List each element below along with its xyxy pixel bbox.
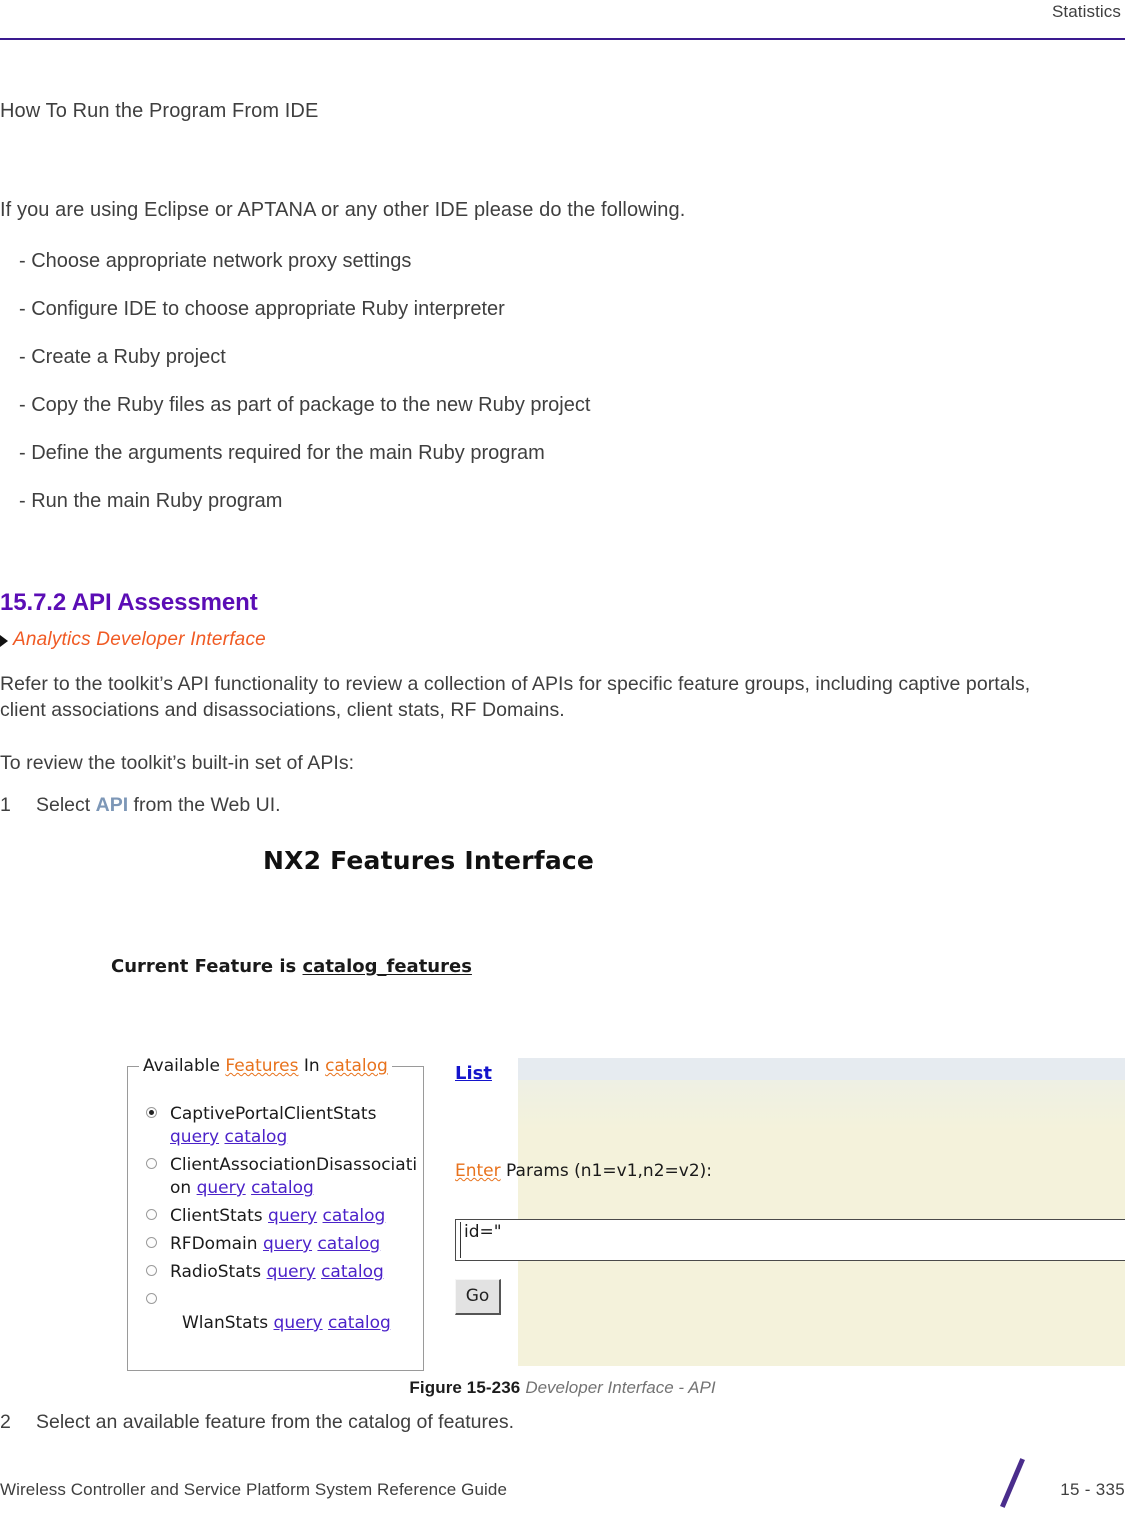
legend-text-available: Available <box>143 1056 226 1076</box>
feature-option-row[interactable]: ClientAssociationDisassociation query ca… <box>128 1154 425 1200</box>
catalog-link[interactable]: catalog <box>321 1262 384 1282</box>
query-link[interactable]: query <box>197 1178 246 1198</box>
controls-panel-top-band <box>518 1058 1125 1080</box>
feature-option-row[interactable]: WlanStats query catalog <box>128 1289 425 1335</box>
catalog-link[interactable]: catalog <box>224 1127 287 1147</box>
figure-caption-number: Figure 15-236 <box>409 1378 521 1397</box>
available-features-legend: Available Features In catalog <box>139 1056 392 1076</box>
list-item: - Choose appropriate network proxy setti… <box>19 250 412 272</box>
slash-decoration-icon <box>1000 1458 1025 1508</box>
list-item: - Create a Ruby project <box>19 346 226 368</box>
radio-button-icon[interactable] <box>146 1293 157 1304</box>
list-item: - Run the main Ruby program <box>19 490 283 512</box>
step-number: 1 <box>0 794 11 816</box>
current-feature-prefix: Current Feature is <box>111 956 303 977</box>
legend-misspelled-features: Features <box>225 1056 299 1076</box>
footer-guide-title: Wireless Controller and Service Platform… <box>0 1480 508 1499</box>
params-input-value: id=" <box>464 1222 502 1242</box>
catalog-link[interactable]: catalog <box>317 1234 380 1254</box>
body-paragraph-2: To review the toolkit’s built-in set of … <box>0 752 355 774</box>
legend-text-in: In <box>298 1056 326 1076</box>
current-feature-line: Current Feature is catalog_features <box>111 956 472 977</box>
current-feature-name: catalog_features <box>302 956 472 977</box>
feature-label: RFDomain <box>170 1234 258 1254</box>
query-link[interactable]: query <box>268 1206 317 1226</box>
radio-button-icon[interactable] <box>146 1237 157 1248</box>
catalog-link[interactable]: catalog <box>328 1313 391 1333</box>
list-item: - Copy the Ruby files as part of package… <box>19 394 591 416</box>
go-button[interactable]: Go <box>455 1279 501 1315</box>
feature-option-row[interactable]: RadioStats query catalog <box>128 1261 425 1284</box>
available-features-fieldset: Available Features In catalog CaptivePor… <box>127 1056 425 1371</box>
step-number: 2 <box>0 1411 11 1433</box>
feature-option-row[interactable]: CaptivePortalClientStats query catalog <box>128 1103 425 1149</box>
triangle-right-icon <box>0 635 8 647</box>
radio-button-icon[interactable] <box>146 1158 157 1169</box>
figure-caption: Figure 15-236 Developer Interface - API <box>0 1378 1125 1398</box>
feature-label: CaptivePortalClientStats <box>170 1104 377 1124</box>
text-caret <box>460 1222 461 1258</box>
feature-option-row[interactable]: ClientStats query catalog <box>128 1205 425 1228</box>
step-text-before: Select <box>36 794 96 816</box>
radio-button-selected-icon[interactable] <box>146 1107 157 1118</box>
page-header: Statistics <box>0 0 1125 42</box>
query-link[interactable]: query <box>274 1313 323 1333</box>
breadcrumb: Analytics Developer Interface <box>0 629 266 651</box>
controls-panel-gradient <box>518 1080 1125 1130</box>
catalog-link[interactable]: catalog <box>323 1206 386 1226</box>
app-title: NX2 Features Interface <box>263 846 595 875</box>
figure-developer-interface: NX2 Features Interface Current Feature i… <box>110 836 1125 1371</box>
feature-label: ClientStats <box>170 1206 263 1226</box>
list-link[interactable]: List <box>455 1063 492 1084</box>
section-heading: 15.7.2 API Assessment <box>0 589 258 616</box>
query-link[interactable]: query <box>263 1234 312 1254</box>
figure-caption-description: Developer Interface - API <box>525 1378 716 1397</box>
footer-page-number: 15 - 335 <box>1060 1480 1125 1499</box>
radio-button-icon[interactable] <box>146 1209 157 1220</box>
params-label-text: Params (n1=v1,n2=v2): <box>500 1161 712 1181</box>
feature-radio-list: CaptivePortalClientStats query catalog C… <box>128 1103 425 1340</box>
page-header-title: Statistics <box>1051 2 1121 21</box>
procedure-step-2: 2 Select an available feature from the ca… <box>0 1411 514 1434</box>
params-input[interactable]: id=" <box>455 1219 1125 1261</box>
catalog-link[interactable]: catalog <box>251 1178 314 1198</box>
query-link[interactable]: query <box>170 1127 219 1147</box>
enter-params-label: Enter Params (n1=v1,n2=v2): <box>455 1161 712 1181</box>
header-divider-rule <box>0 38 1125 40</box>
intro-heading: How To Run the Program From IDE <box>0 100 319 122</box>
procedure-step-1: 1 Select API from the Web UI. <box>0 794 281 817</box>
intro-sentence: If you are using Eclipse or APTANA or an… <box>0 199 686 221</box>
breadcrumb-label: Analytics Developer Interface <box>13 629 266 650</box>
page-footer: Wireless Controller and Service Platform… <box>0 1447 1125 1517</box>
feature-label: WlanStats <box>182 1313 269 1333</box>
misspelled-enter: Enter <box>455 1161 501 1181</box>
step-keyword-api: API <box>95 794 129 816</box>
body-paragraph-1: Refer to the toolkit’s API functionality… <box>0 673 1031 721</box>
list-item: - Define the arguments required for the … <box>19 442 545 464</box>
query-link[interactable]: query <box>267 1262 316 1282</box>
feature-label: RadioStats <box>170 1262 262 1282</box>
intro-bullet-list: - Choose appropriate network proxy setti… <box>0 246 1060 534</box>
radio-button-icon[interactable] <box>146 1265 157 1276</box>
step-text: Select an available feature from the cat… <box>36 1411 515 1433</box>
step-text-after: from the Web UI. <box>128 794 281 816</box>
legend-misspelled-catalog: catalog <box>325 1056 388 1076</box>
feature-option-row[interactable]: RFDomain query catalog <box>128 1233 425 1256</box>
list-item: - Configure IDE to choose appropriate Ru… <box>19 298 505 320</box>
